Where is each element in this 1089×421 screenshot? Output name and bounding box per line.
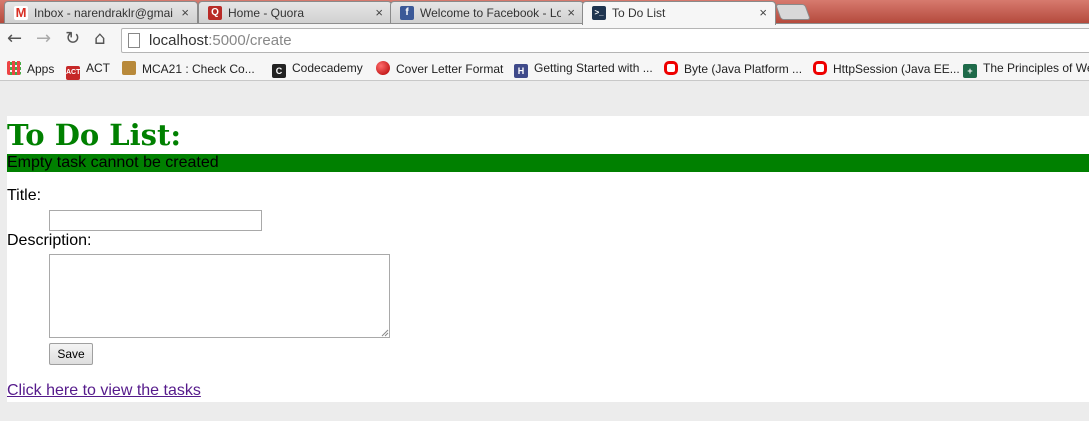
tab-todo[interactable]: >_ To Do List ×: [582, 1, 776, 25]
gmail-icon: M: [14, 5, 28, 20]
bookmark-codecademy[interactable]: C Codecademy: [272, 61, 363, 78]
bookmark-apps[interactable]: Apps: [7, 61, 54, 77]
plus-icon: +: [963, 64, 977, 78]
tab-label: Home - Quora: [228, 6, 305, 20]
back-icon[interactable]: ←: [7, 30, 22, 48]
tab-label: Inbox - narendraklr@gmai: [34, 6, 173, 20]
tab-strip: M Inbox - narendraklr@gmai × Q Home - Qu…: [0, 0, 1089, 25]
close-icon[interactable]: ×: [181, 5, 189, 20]
description-textarea[interactable]: [49, 254, 390, 338]
tab-gmail[interactable]: M Inbox - narendraklr@gmai ×: [4, 1, 198, 24]
home-icon[interactable]: ⌂: [94, 30, 105, 48]
page-title: To Do List:: [7, 118, 182, 152]
flash-message: Empty task cannot be created: [7, 154, 1089, 172]
page-icon: [128, 33, 140, 48]
close-icon[interactable]: ×: [567, 5, 575, 20]
bookmarks-bar: Apps ACT ACT MCA21 : Check Co... C Codecad…: [0, 57, 1089, 81]
oracle-icon: [664, 61, 678, 75]
bookmark-principles[interactable]: + The Principles of We: [963, 61, 1089, 78]
title-label: Title:: [7, 187, 42, 204]
tab-label: Welcome to Facebook - Lo: [420, 6, 561, 20]
bookmark-mca21[interactable]: MCA21 : Check Co...: [122, 61, 255, 77]
apps-grid-icon: [7, 61, 21, 75]
close-icon[interactable]: ×: [375, 5, 383, 20]
tab-label: To Do List: [612, 6, 666, 20]
resize-grip-icon[interactable]: [381, 329, 389, 337]
browser-toolbar: ← → ↻ ⌂ localhost:5000/create: [0, 24, 1089, 57]
save-button[interactable]: Save: [49, 343, 93, 365]
reload-icon[interactable]: ↻: [65, 30, 80, 48]
bookmark-httpsession[interactable]: HttpSession (Java EE...: [813, 61, 960, 77]
bookmark-getting-started[interactable]: H Getting Started with ...: [514, 61, 653, 78]
bookmark-byte[interactable]: Byte (Java Platform ...: [664, 61, 802, 77]
oracle-icon: [813, 61, 827, 75]
address-bar[interactable]: localhost:5000/create: [121, 28, 1089, 53]
codecademy-icon: C: [272, 64, 286, 78]
act-icon: ACT: [66, 66, 80, 80]
quora-icon: Q: [208, 6, 222, 20]
page-viewport: To Do List: Empty task cannot be created…: [0, 82, 1089, 421]
bookmark-cover-letter[interactable]: Cover Letter Format: [376, 61, 503, 77]
page-content: To Do List: Empty task cannot be created…: [7, 116, 1089, 402]
tab-facebook[interactable]: f Welcome to Facebook - Lo ×: [390, 1, 584, 24]
docs-icon: H: [514, 64, 528, 78]
bookmark-act[interactable]: ACT ACT: [66, 61, 110, 80]
red-ball-icon: [376, 61, 390, 75]
title-input[interactable]: [49, 210, 262, 231]
tab-quora[interactable]: Q Home - Quora ×: [198, 1, 392, 24]
forward-icon[interactable]: →: [36, 30, 51, 48]
new-tab-button[interactable]: [775, 4, 811, 20]
terminal-icon: >_: [592, 6, 606, 20]
facebook-icon: f: [400, 6, 414, 20]
view-tasks-link[interactable]: Click here to view the tasks: [7, 382, 201, 400]
close-icon[interactable]: ×: [759, 5, 767, 20]
description-label: Description:: [7, 232, 92, 249]
url-text: localhost:5000/create: [149, 32, 292, 49]
emblem-icon: [122, 61, 136, 75]
